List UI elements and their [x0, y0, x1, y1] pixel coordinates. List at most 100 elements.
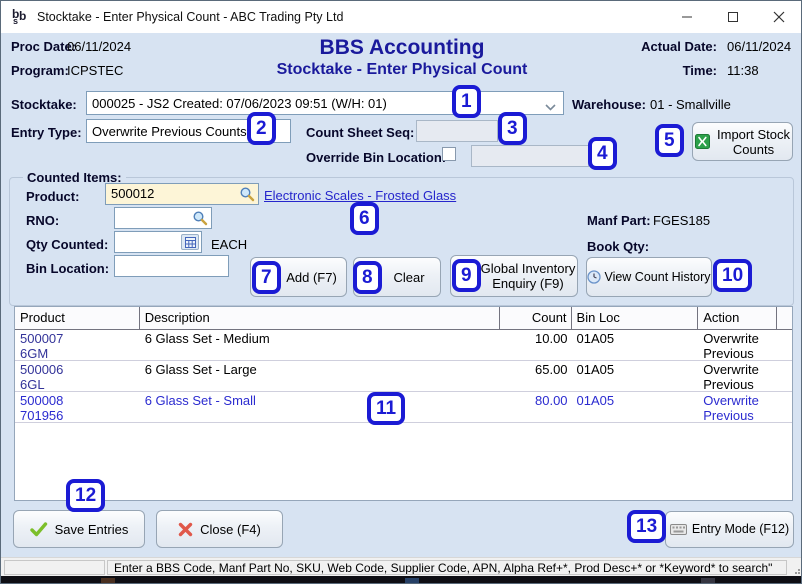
actual-date-label: Actual Date: [561, 39, 717, 54]
bin-location-label: Bin Location: [26, 261, 109, 276]
entry-mode-label: Entry Mode (F12) [692, 522, 789, 537]
manf-part-value: FGES185 [653, 213, 710, 228]
cell-action: OverwritePrevious [698, 330, 777, 360]
callout-13: 13 [627, 510, 666, 543]
count-sheet-seq-field[interactable] [416, 120, 498, 142]
import-stock-counts-button[interactable]: Import StockCounts [692, 122, 793, 161]
callout-4: 4 [588, 137, 617, 170]
callout-10: 10 [713, 259, 752, 292]
search-icon[interactable] [239, 186, 255, 205]
override-bin-checkbox[interactable] [442, 147, 456, 161]
cell-action: OverwritePrevious [698, 361, 777, 391]
rno-label: RNO: [26, 213, 59, 228]
warehouse-value: 01 - Smallville [650, 97, 731, 112]
actual-date-value: 06/11/2024 [727, 39, 791, 54]
cell-count: 10.00 [500, 330, 572, 360]
close-button[interactable] [756, 1, 802, 33]
table-header-row: Product Description Count Bin Loc Action [15, 307, 792, 330]
cell-description: 6 Glass Set - Medium [140, 330, 500, 360]
minimize-button[interactable] [664, 1, 710, 33]
callout-8: 8 [353, 261, 382, 294]
callout-2: 2 [247, 112, 276, 145]
cell-product: 5000066GL [15, 361, 140, 391]
callout-6: 6 [350, 202, 379, 235]
callout-11: 11 [367, 392, 405, 425]
cell-spacer [777, 330, 792, 360]
cell-product: 5000076GM [15, 330, 140, 360]
form-body: Proc Date: 06/11/2024 Program: ICPSTEC B… [1, 33, 802, 557]
status-message: Enter a BBS Code, Manf Part No, SKU, Web… [107, 560, 787, 575]
product-search-input[interactable]: 500012 [105, 183, 259, 205]
cell-bin-loc: 01A05 [572, 361, 699, 391]
search-icon[interactable] [192, 210, 208, 229]
product-label: Product: [26, 189, 79, 204]
cell-bin-loc: 01A05 [572, 330, 699, 360]
maximize-button[interactable] [710, 1, 756, 33]
time-value: 11:38 [727, 63, 759, 78]
cell-description: 6 Glass Set - Small [140, 392, 500, 422]
column-header-description: Description [140, 307, 500, 329]
table-row[interactable]: 5000066GL 6 Glass Set - Large 65.00 01A0… [15, 361, 792, 392]
stocktake-combobox[interactable]: 000025 - JS2 Created: 07/06/2023 09:51 (… [86, 91, 564, 115]
count-sheet-seq-label: Count Sheet Seq: [306, 125, 414, 140]
cell-product: 500008701956 [15, 392, 140, 422]
entry-type-label: Entry Type: [11, 125, 82, 140]
qty-counted-input[interactable] [114, 231, 202, 253]
resize-grip[interactable] [792, 566, 800, 574]
product-value: 500012 [111, 186, 154, 201]
table-row[interactable]: 5000076GM 6 Glass Set - Medium 10.00 01A… [15, 330, 792, 361]
chevron-down-icon[interactable] [545, 99, 556, 114]
qty-counted-label: Qty Counted: [26, 237, 108, 252]
save-entries-label: Save Entries [55, 522, 129, 537]
entry-mode-button[interactable]: Entry Mode (F12) [665, 511, 794, 548]
calculator-icon [185, 237, 196, 248]
cell-action: OverwritePrevious [698, 392, 777, 422]
import-stock-counts-label: Import StockCounts [717, 127, 790, 157]
taskbar-speck [101, 578, 115, 583]
clear-button-label: Clear [393, 270, 424, 285]
product-description-link[interactable]: Electronic Scales - Frosted Glass [264, 188, 456, 203]
taskbar-speck [701, 578, 715, 583]
column-header-action: Action [698, 307, 777, 329]
stocktake-value: 000025 - JS2 Created: 07/06/2023 09:51 (… [92, 96, 387, 111]
override-bin-field[interactable] [471, 145, 589, 167]
view-count-history-button[interactable]: View Count History [586, 257, 712, 297]
window-title: Stocktake - Enter Physical Count - ABC T… [37, 10, 343, 24]
cell-spacer [777, 392, 792, 422]
column-header-spacer [777, 307, 792, 329]
save-entries-button[interactable]: Save Entries [13, 510, 145, 548]
callout-1: 1 [452, 85, 481, 118]
cell-count: 65.00 [500, 361, 572, 391]
keyboard-icon [670, 524, 687, 535]
cell-count: 80.00 [500, 392, 572, 422]
check-icon [30, 522, 48, 537]
bin-location-input[interactable] [114, 255, 229, 277]
callout-7: 7 [252, 261, 281, 294]
logo-letter: b [19, 9, 26, 23]
warehouse-label: Warehouse: [572, 97, 646, 112]
rno-search-input[interactable] [114, 207, 212, 229]
callout-3: 3 [498, 112, 527, 145]
excel-icon [695, 134, 710, 149]
manf-part-label: Manf Part: [587, 213, 651, 228]
taskbar-speck [405, 578, 419, 583]
entry-type-value: Overwrite Previous Counts [92, 124, 247, 139]
callout-12: 12 [66, 479, 105, 512]
qty-uom-label: EACH [211, 237, 247, 252]
stocktake-label: Stocktake: [11, 97, 77, 112]
callout-9: 9 [452, 259, 481, 292]
calculator-button[interactable] [181, 234, 199, 250]
close-f4-button[interactable]: Close (F4) [156, 510, 283, 548]
minimize-icon [681, 11, 693, 23]
column-header-bin-loc: Bin Loc [572, 307, 699, 329]
status-cell-left [4, 560, 105, 575]
red-x-icon [178, 522, 193, 537]
clock-icon [587, 270, 601, 284]
close-icon [773, 11, 785, 23]
book-qty-label: Book Qty: [587, 239, 649, 254]
time-label: Time: [561, 63, 717, 78]
override-bin-label: Override Bin Location: [306, 150, 446, 165]
callout-5: 5 [655, 124, 684, 157]
title-bar[interactable]: b b s Stocktake - Enter Physical Count -… [1, 1, 802, 33]
cell-spacer [777, 361, 792, 391]
